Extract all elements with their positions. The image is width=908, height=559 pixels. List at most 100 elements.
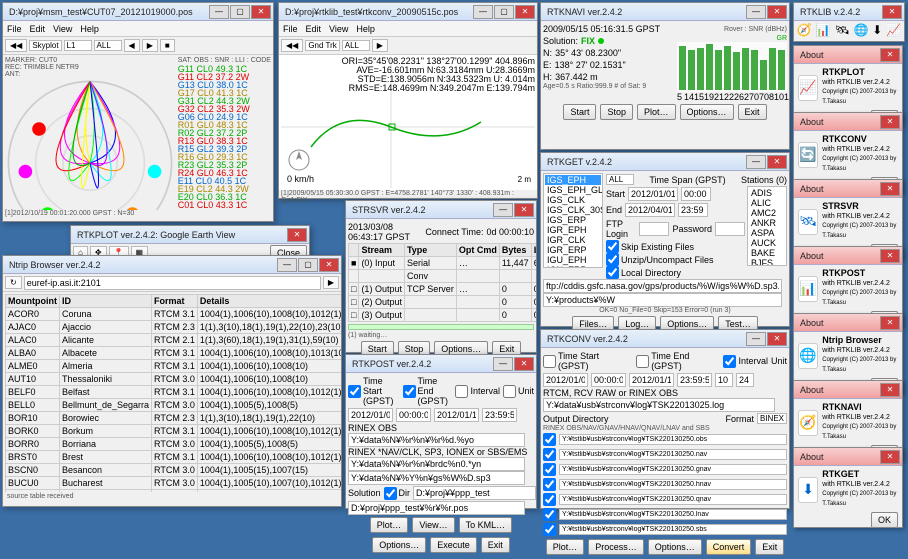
go-icon[interactable]: ▶ — [323, 276, 339, 289]
titlebar[interactable]: About✕ — [794, 180, 902, 198]
titlebar[interactable]: D:¥proj¥rtklib_test¥rtkconv_20090515c.po… — [279, 3, 537, 21]
unit-chk[interactable] — [503, 385, 516, 398]
out-chk[interactable] — [543, 523, 556, 536]
close-btn[interactable]: ✕ — [287, 228, 307, 242]
max-btn[interactable]: ▢ — [298, 258, 318, 272]
unit[interactable] — [736, 373, 754, 387]
end-time[interactable] — [677, 373, 712, 387]
int-chk[interactable] — [455, 385, 468, 398]
station-list[interactable]: ADISALICAMC2ANKRASPAAUCKBAKEBJFSBRAZBRMU… — [747, 186, 787, 266]
data-type-list[interactable]: IGS_EPHIGS_EPH_GLOIGS_CLKIGS_CLK_30SIGS_… — [543, 173, 603, 268]
titlebar[interactable]: RTKLIB v.2.4.2✕ — [794, 3, 904, 21]
titlebar[interactable]: About✕ — [794, 314, 902, 332]
start-time[interactable] — [591, 373, 626, 387]
refresh-icon[interactable]: ↻ — [5, 276, 22, 289]
close-btn[interactable]: ✕ — [882, 5, 902, 19]
close-btn[interactable]: ✕ — [515, 5, 535, 19]
start-date[interactable] — [348, 408, 393, 422]
ftp-password[interactable] — [715, 222, 745, 236]
start-chk[interactable] — [543, 355, 556, 368]
all-select[interactable]: ALL — [606, 174, 634, 185]
min-btn[interactable]: — — [746, 5, 766, 19]
options-button[interactable]: Options… — [680, 104, 734, 120]
options-button[interactable]: Options… — [648, 539, 702, 555]
source-table[interactable]: MountpointIDFormatDetailsACOR0CorunaRTCM… — [5, 294, 341, 492]
close-btn[interactable]: ✕ — [880, 249, 900, 263]
close-btn[interactable]: ✕ — [880, 316, 900, 330]
interval[interactable] — [715, 373, 733, 387]
titlebar[interactable]: D:¥proj¥msm_test¥CUT07_20121019000.pos —… — [3, 3, 273, 21]
out-path[interactable] — [559, 494, 787, 505]
play-icon[interactable]: ▶ — [372, 39, 388, 52]
out-path[interactable] — [559, 509, 787, 520]
titlebar[interactable]: About✕ — [794, 381, 902, 399]
titlebar[interactable]: Ntrip Browser ver.2.4.2—▢✕ — [3, 256, 341, 274]
end-date[interactable] — [434, 408, 479, 422]
out-path[interactable] — [559, 464, 787, 475]
titlebar[interactable]: RTKPLOT ver.2.4.2: Google Earth View✕ — [71, 226, 309, 244]
min-btn[interactable]: — — [209, 5, 229, 19]
ftp-login[interactable] — [639, 222, 669, 236]
close-btn[interactable]: ✕ — [880, 115, 900, 129]
launcher-icon[interactable]: 🧭 — [797, 23, 812, 37]
min-btn[interactable]: — — [277, 258, 297, 272]
min-btn[interactable]: — — [473, 5, 493, 19]
menu-file[interactable]: File — [7, 24, 22, 34]
menu-edit[interactable]: Edit — [30, 24, 46, 34]
out-chk[interactable] — [543, 448, 556, 461]
out-chk[interactable] — [543, 433, 556, 446]
close-btn[interactable]: ✕ — [880, 48, 900, 62]
out-chk[interactable] — [543, 493, 556, 506]
menu-edit[interactable]: Edit — [306, 24, 322, 34]
local-chk[interactable] — [606, 266, 619, 279]
close-btn[interactable]: ✕ — [880, 383, 900, 397]
min-btn[interactable]: — — [746, 155, 766, 169]
titlebar[interactable]: RTKPOST ver.2.4.2—✕ — [346, 355, 536, 373]
min-btn[interactable]: — — [493, 357, 513, 371]
convert-button[interactable]: Convert — [706, 539, 752, 555]
close-btn[interactable]: ✕ — [319, 258, 339, 272]
rewind-icon[interactable]: ◀◀ — [281, 39, 303, 52]
robs-path[interactable] — [348, 433, 525, 447]
execute-button[interactable]: Execute — [430, 537, 477, 553]
close-btn[interactable]: ✕ — [880, 450, 900, 464]
back-icon[interactable]: ◀ — [124, 39, 140, 52]
plot-type-select[interactable]: Gnd Trk — [305, 40, 339, 51]
format-select[interactable]: BINEX — [757, 413, 787, 424]
max-btn[interactable]: ▢ — [230, 5, 250, 19]
url-input[interactable] — [24, 276, 321, 290]
out-path[interactable] — [559, 434, 787, 445]
exit-button[interactable]: Exit — [738, 104, 767, 120]
int-chk[interactable] — [723, 355, 736, 368]
sol-path[interactable] — [348, 501, 525, 515]
ok-button[interactable]: OK — [871, 512, 898, 528]
stop-icon[interactable]: ■ — [160, 39, 175, 52]
close-btn[interactable]: ✕ — [767, 5, 787, 19]
dir-chk[interactable] — [384, 487, 397, 500]
launcher-icon[interactable]: 🌐 — [853, 23, 868, 37]
out-chk[interactable] — [543, 478, 556, 491]
exit-button[interactable]: Exit — [755, 539, 784, 555]
launcher-icon[interactable]: 📊 — [816, 23, 831, 37]
kml-button[interactable]: To KML… — [459, 517, 513, 533]
titlebar[interactable]: STRSVR ver.2.4.2—✕ — [346, 201, 536, 219]
play-icon[interactable]: ▶ — [142, 39, 158, 52]
menu-file[interactable]: File — [283, 24, 298, 34]
process-button[interactable]: Process… — [588, 539, 644, 555]
launcher-icon[interactable]: ⬇ — [872, 23, 882, 37]
close-btn[interactable]: ✕ — [767, 332, 787, 346]
nav-path[interactable] — [348, 457, 525, 471]
start-date[interactable] — [628, 187, 678, 201]
rewind-icon[interactable]: ◀◀ — [5, 39, 27, 52]
menu-help[interactable]: Help — [80, 24, 99, 34]
end-date[interactable] — [629, 373, 674, 387]
start-date[interactable] — [543, 373, 588, 387]
view-button[interactable]: View… — [412, 517, 454, 533]
unzip-chk[interactable] — [606, 253, 619, 266]
start-chk[interactable] — [348, 385, 361, 398]
close-btn[interactable]: ✕ — [767, 155, 787, 169]
plot-type-select[interactable]: Skyplot — [29, 40, 61, 51]
end-time[interactable] — [482, 408, 517, 422]
out-path[interactable] — [559, 524, 787, 535]
menu-help[interactable]: Help — [356, 24, 375, 34]
